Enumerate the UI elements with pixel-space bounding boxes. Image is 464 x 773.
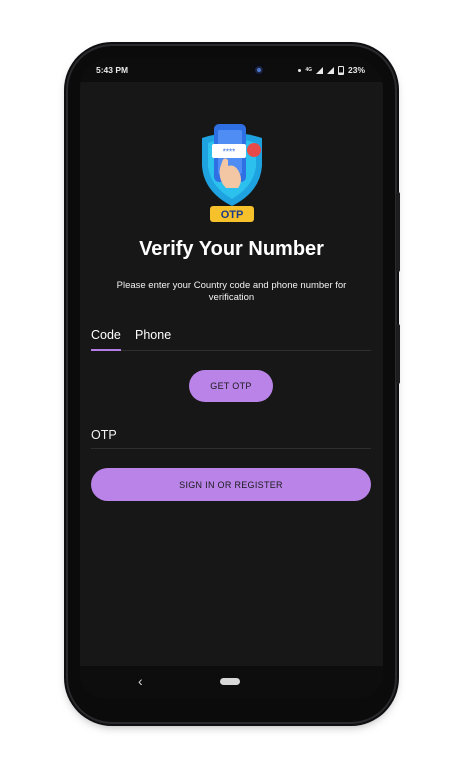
page-title: Verify Your Number xyxy=(139,238,324,260)
phone-input-tabs: Code Phone xyxy=(91,326,371,351)
status-icons: 4G 23% xyxy=(298,65,365,75)
back-icon[interactable]: ‹ xyxy=(138,673,143,689)
tab-code[interactable]: Code xyxy=(91,328,121,342)
otp-input[interactable] xyxy=(91,428,371,442)
tab-phone[interactable]: Phone xyxy=(135,328,171,342)
otp-badge-text: OTP xyxy=(221,209,244,221)
code-mask-text: **** xyxy=(223,148,235,157)
otp-shield-logo: **** OTP xyxy=(202,124,262,222)
power-button xyxy=(396,192,400,272)
status-time: 5:43 PM xyxy=(96,65,129,75)
battery-percent: 23% xyxy=(347,65,365,75)
front-camera-icon xyxy=(253,64,265,76)
signal-icon xyxy=(315,66,323,74)
page-subtitle: Please enter your Country code and phone… xyxy=(116,280,347,303)
signal-icon-2 xyxy=(326,66,334,74)
alert-dot-icon xyxy=(247,143,261,157)
sign-in-or-register-button[interactable]: SIGN IN OR REGISTER xyxy=(91,468,371,501)
notification-dot-icon xyxy=(298,68,302,72)
active-tab-indicator xyxy=(91,349,121,351)
otp-field-container xyxy=(91,426,371,449)
volume-button xyxy=(396,324,400,384)
app-screen: 5:43 PM 4G 23% **** OTP Verify Your Numb… xyxy=(80,58,383,698)
navigation-bar: ‹ xyxy=(80,666,383,698)
battery-icon xyxy=(337,65,344,75)
home-pill-icon[interactable] xyxy=(220,678,240,685)
status-bar: 5:43 PM 4G 23% xyxy=(80,58,383,82)
network-type-label: 4G xyxy=(305,67,312,73)
get-otp-button[interactable]: GET OTP xyxy=(189,370,273,402)
